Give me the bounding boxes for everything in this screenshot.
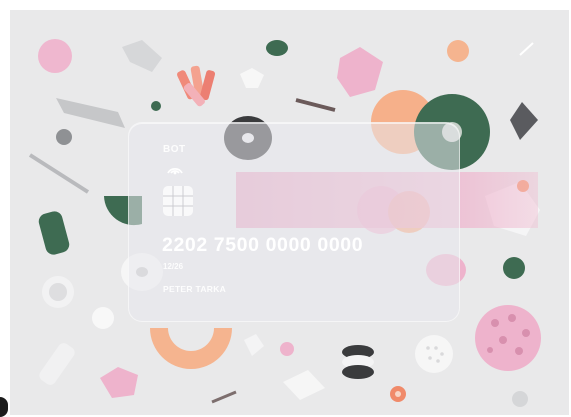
green-cylinder bbox=[38, 211, 70, 255]
pink-cube-top bbox=[337, 47, 383, 97]
card-number: 2202 7500 0000 0000 bbox=[162, 234, 364, 256]
white-spiked-disc bbox=[42, 276, 74, 308]
peach-half-ring bbox=[150, 328, 232, 369]
card-expiry: 12/26 bbox=[163, 262, 184, 271]
dark-crystal-right bbox=[510, 102, 538, 140]
pink-holed-sphere bbox=[475, 305, 541, 371]
pink-dot-bottom bbox=[280, 342, 294, 356]
dark-corner-fragment bbox=[0, 397, 8, 417]
stacked-discs bbox=[342, 345, 374, 379]
peach-tubes-cluster bbox=[177, 65, 216, 107]
white-diamond-bottom bbox=[244, 334, 264, 356]
pink-gem-bottom bbox=[100, 367, 138, 398]
contactless-wave-icon bbox=[164, 160, 186, 176]
pink-sphere-top-left bbox=[38, 39, 72, 73]
gray-prism-top bbox=[122, 40, 162, 72]
green-disc-top bbox=[266, 40, 288, 56]
white-tube-bottom-left bbox=[39, 343, 75, 385]
card-bank-label: BOT bbox=[163, 144, 186, 155]
gray-sphere-bottom-right bbox=[512, 391, 528, 407]
white-dotted-disc bbox=[415, 335, 453, 373]
long-rod-left bbox=[28, 153, 90, 194]
white-block-bottom bbox=[283, 370, 325, 400]
metal-ball bbox=[56, 129, 72, 145]
orange-flower bbox=[390, 386, 406, 402]
small-green-dot bbox=[151, 101, 161, 111]
thin-rod-bottom bbox=[211, 390, 237, 404]
long-gray-bar bbox=[56, 98, 125, 128]
white-ball-left bbox=[92, 307, 114, 329]
thin-rod-top-right bbox=[519, 42, 534, 56]
dark-rod-center bbox=[295, 98, 336, 112]
white-cross-shape bbox=[240, 68, 264, 88]
card-chip-icon bbox=[163, 186, 193, 216]
peach-sphere-top-right bbox=[447, 40, 469, 62]
card-holder-name: PETER TARKA bbox=[163, 284, 227, 294]
green-ball-right bbox=[503, 257, 525, 279]
